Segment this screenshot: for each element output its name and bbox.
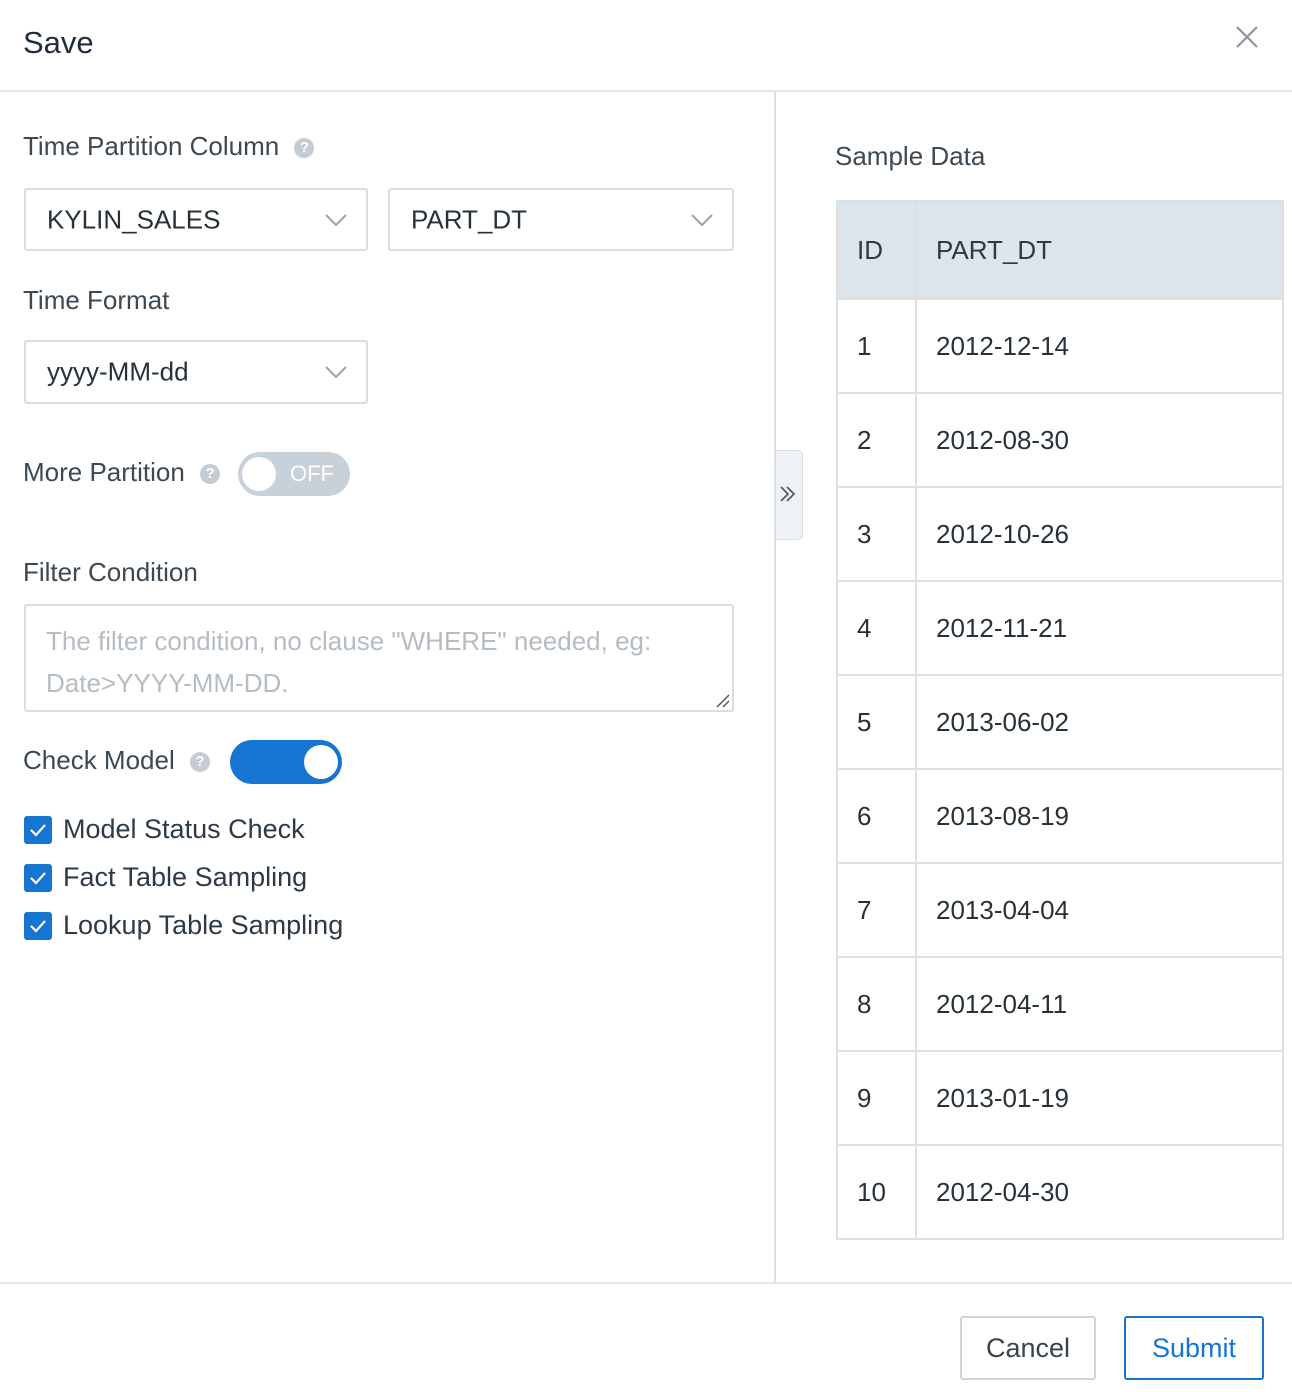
- cell-part-dt: 2013-06-02: [915, 674, 1284, 770]
- time-format-select[interactable]: yyyy-MM-dd: [24, 340, 368, 404]
- model-status-check-checkbox[interactable]: [24, 816, 52, 844]
- cell-part-dt: 2012-04-11: [915, 956, 1284, 1052]
- time-format-label: Time Format: [23, 285, 170, 315]
- sample-data-title: Sample Data: [835, 141, 986, 171]
- column-header-part-dt: PART_DT: [915, 200, 1284, 300]
- chevron-down-icon: [325, 366, 347, 379]
- cell-id: 10: [836, 1144, 917, 1240]
- table-row: 9 2013-01-19: [836, 1050, 1284, 1146]
- table-row: 3 2012-10-26: [836, 486, 1284, 582]
- cell-part-dt: 2012-04-30: [915, 1144, 1284, 1240]
- question-icon[interactable]: ?: [200, 464, 221, 484]
- header-divider: [0, 90, 1292, 92]
- check-icon: [30, 824, 46, 837]
- cell-id: 7: [836, 862, 917, 958]
- cell-part-dt: 2012-10-26: [915, 486, 1284, 582]
- time-partition-label-text: Time Partition Column: [23, 131, 280, 161]
- cell-id: 2: [836, 392, 917, 488]
- more-partition-label-text: More Partition: [23, 457, 185, 487]
- table-row: 1 2012-12-14: [836, 298, 1284, 394]
- cell-part-dt: 2012-11-21: [915, 580, 1284, 676]
- more-partition-switch[interactable]: OFF: [238, 452, 350, 496]
- cell-id: 5: [836, 674, 917, 770]
- cell-part-dt: 2012-12-14: [915, 298, 1284, 394]
- partition-column-select[interactable]: PART_DT: [388, 188, 734, 251]
- filter-condition-textarea[interactable]: The filter condition, no clause "WHERE" …: [24, 604, 734, 712]
- cell-part-dt: 2013-08-19: [915, 768, 1284, 864]
- model-status-check-label[interactable]: Model Status Check: [63, 814, 305, 845]
- fact-table-sampling-label[interactable]: Fact Table Sampling: [63, 862, 307, 893]
- switch-knob: [242, 457, 276, 491]
- check-model-label: Check Model ?: [23, 745, 210, 776]
- switch-state-text: OFF: [290, 461, 334, 486]
- collapse-panel-button[interactable]: [776, 450, 803, 540]
- filter-condition-label: Filter Condition: [23, 557, 198, 587]
- filter-condition-placeholder: The filter condition, no clause "WHERE" …: [46, 626, 652, 698]
- table-row: 2 2012-08-30: [836, 392, 1284, 488]
- table-row: 8 2012-04-11: [836, 956, 1284, 1052]
- submit-button[interactable]: Submit: [1124, 1316, 1264, 1380]
- cell-id: 1: [836, 298, 917, 394]
- table-row: 5 2013-06-02: [836, 674, 1284, 770]
- time-partition-label: Time Partition Column ?: [23, 131, 315, 162]
- switch-knob: [304, 745, 338, 779]
- check-icon: [30, 920, 46, 933]
- double-chevron-right-icon: [780, 486, 796, 502]
- cell-part-dt: 2012-08-30: [915, 392, 1284, 488]
- lookup-table-sampling-label[interactable]: Lookup Table Sampling: [63, 910, 343, 941]
- cell-id: 4: [836, 580, 917, 676]
- table-header-row: ID PART_DT: [836, 200, 1284, 300]
- question-icon[interactable]: ?: [189, 752, 210, 772]
- cell-id: 6: [836, 768, 917, 864]
- chevron-down-icon: [325, 213, 347, 226]
- table-row: 10 2012-04-30: [836, 1144, 1284, 1240]
- dialog-title: Save: [23, 25, 94, 60]
- fact-table-sampling-checkbox[interactable]: [24, 864, 52, 892]
- check-icon: [30, 872, 46, 885]
- check-model-switch[interactable]: [230, 740, 342, 784]
- chevron-down-icon: [691, 213, 713, 226]
- partition-column-value: PART_DT: [411, 204, 528, 234]
- footer-divider: [0, 1282, 1292, 1284]
- cell-part-dt: 2013-01-19: [915, 1050, 1284, 1146]
- more-partition-label: More Partition ?: [23, 457, 221, 488]
- question-icon[interactable]: ?: [294, 138, 315, 158]
- close-icon[interactable]: [1230, 20, 1264, 54]
- partition-table-select[interactable]: KYLIN_SALES: [24, 188, 368, 251]
- partition-table-value: KYLIN_SALES: [47, 204, 221, 234]
- column-header-id: ID: [836, 200, 917, 300]
- cell-id: 9: [836, 1050, 917, 1146]
- cell-id: 3: [836, 486, 917, 582]
- sample-data-table: ID PART_DT 1 2012-12-14 2 2012-08-30 3 2012…: [836, 200, 1284, 1240]
- table-row: 4 2012-11-21: [836, 580, 1284, 676]
- lookup-table-sampling-checkbox[interactable]: [24, 912, 52, 940]
- panel-divider: [774, 92, 776, 1282]
- table-row: 6 2013-08-19: [836, 768, 1284, 864]
- check-model-label-text: Check Model: [23, 745, 175, 775]
- cell-id: 8: [836, 956, 917, 1052]
- time-format-value: yyyy-MM-dd: [47, 356, 189, 387]
- table-row: 7 2013-04-04: [836, 862, 1284, 958]
- resize-grip-icon[interactable]: [714, 692, 730, 708]
- cell-part-dt: 2013-04-04: [915, 862, 1284, 958]
- cancel-button[interactable]: Cancel: [960, 1316, 1096, 1380]
